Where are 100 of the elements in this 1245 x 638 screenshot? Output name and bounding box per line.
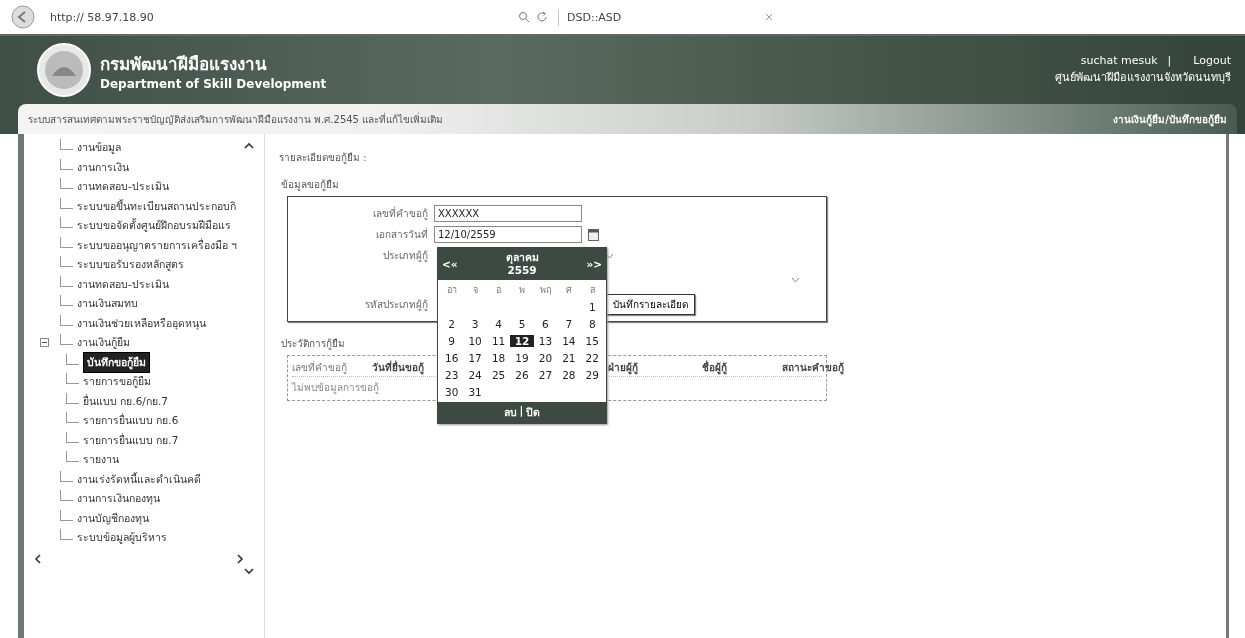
calendar-day[interactable]: 2 [440,318,464,330]
calendar-day[interactable]: 10 [463,335,487,347]
previous-month-link[interactable]: <« [442,258,458,270]
tree-item[interactable]: งานเงินช่วยเหลือหรืออุดหนุน [77,314,206,332]
calendar-day[interactable]: 5 [510,318,534,330]
tree-item[interactable]: ยื่นแบบ กย.6/กย.7 [83,392,168,410]
scroll-left-icon[interactable] [34,553,41,564]
calendar-day[interactable]: 27 [533,369,558,381]
calendar-day[interactable]: 14 [557,335,581,347]
column-header: วันที่ยื่นขอกู้ [372,359,424,375]
calendar-day[interactable]: 3 [463,318,487,330]
breadcrumb: งานเงินกู้ยืม/บันทึกขอกู้ยืม [1113,112,1227,127]
calendar-day[interactable]: 20 [533,352,558,364]
section-label: ประวัติการกู้ยืม [281,337,345,351]
calendar-day[interactable]: 7 [557,318,581,330]
tree-item[interactable]: ระบบข้อมูลผู้บริหาร [77,529,167,547]
separator: | [1167,54,1172,67]
collapse-icon[interactable] [39,338,49,348]
next-month-link[interactable]: »> [586,258,602,270]
tree-item[interactable]: งานบัญชีกองทุน [77,509,149,527]
save-details-button[interactable]: บันทึกรายละเอียด [606,294,695,315]
calendar-day[interactable]: 26 [510,369,534,381]
site-subtitle: Department of Skill Development [100,76,327,91]
seal-logo-icon [36,42,92,98]
calendar-day[interactable]: 9 [440,335,464,347]
tree-item[interactable]: งานทดสอบ-ประเมิน [77,178,169,196]
browser-tab[interactable]: DSD::ASD [567,10,622,24]
close-icon[interactable] [765,13,773,21]
office-name: ศูนย์พัฒนาฝีมือแรงงานจังหวัดนนทบุรี [1055,70,1231,86]
calendar-day[interactable]: 21 [557,352,581,364]
scroll-right-icon[interactable] [237,553,244,564]
tree-item[interactable]: งานข้อมูล [77,139,121,157]
calendar-day[interactable]: 6 [533,318,558,330]
tree-item[interactable]: งานการเงินกองทุน [77,490,160,508]
tree-item[interactable]: งานเร่งรัดหนี้และดำเนินคดี [77,470,201,488]
calendar-day[interactable]: 29 [580,369,604,381]
calendar-day[interactable]: 4 [486,318,511,330]
calendar-day[interactable]: 24 [463,369,487,381]
page-title: รายละเอียดขอกู้ยืม : [279,151,367,165]
calendar-day[interactable]: 23 [440,369,464,381]
calendar-day[interactable]: 28 [557,369,581,381]
calendar-day[interactable]: 18 [486,352,511,364]
site-title: กรมพัฒนาฝีมือแรงงาน [100,52,268,76]
calendar-day[interactable]: 15 [580,335,604,347]
tree-item[interactable]: ระบบขอจัดตั้งศูนย์ฝึกอบรมฝีมือแร [77,217,231,235]
weekday-label: อ [495,284,503,297]
chevron-down-icon [605,252,614,259]
date-field[interactable]: 12/10/2559 [434,226,582,243]
scroll-down-icon[interactable] [244,568,254,575]
calendar-day[interactable]: 1 [580,301,604,313]
field-label: เอกสารวันที่ [375,227,428,242]
field-label: รหัสประเภทผู้กู้ [364,298,428,312]
tree-item[interactable]: บันทึกขอกู้ยืม [83,351,150,373]
calendar-day[interactable]: 25 [486,369,511,381]
calendar-month: ตุลาคม [505,251,539,264]
logout-link[interactable]: Logout [1193,54,1231,67]
weekday-label: ศ [564,284,573,297]
calendar-day[interactable]: 16 [440,352,464,364]
clear-link[interactable]: ลบ [503,404,517,421]
calendar-day[interactable]: 22 [580,352,604,364]
chevron-down-icon [791,277,800,283]
tree-item[interactable]: งานทดสอบ-ประเมิน [77,275,169,293]
weekday-label: จ [471,284,479,297]
tree-item[interactable]: ระบบขออนุญาตรายการเครื่องมือ ฯ [77,236,238,254]
calendar-day[interactable]: 13 [533,335,558,347]
section-label: ข้อมูลขอกู้ยืม [281,178,339,192]
tree-item[interactable]: งานเงินกู้ยืม [77,334,130,352]
tree-item[interactable]: รายการยื่นแบบ กย.7 [83,431,179,449]
column-header: ฝ่ายผู้กู้ [608,360,638,375]
calendar-icon[interactable] [588,228,599,241]
weekday-label: พฤ [538,284,552,297]
address-bar[interactable]: http:// 58.97.18.90 [50,10,154,24]
user-name: suchat mesuk [1080,54,1158,67]
field-label: ประเภทผู้กู้ [382,249,428,263]
calendar-day[interactable]: 12 [510,335,534,347]
input-field[interactable]: XXXXXX [434,205,582,222]
calendar-day[interactable]: 30 [440,386,464,398]
tree-item[interactable]: งานการเงิน [77,158,129,176]
refresh-icon[interactable] [536,11,548,23]
search-icon[interactable] [518,11,530,23]
tree-item[interactable]: รายการขอกู้ยืม [83,373,151,391]
calendar-day[interactable]: 11 [486,335,511,347]
calendar-day[interactable]: 17 [463,352,487,364]
column-header: สถานะคำขอกู้ [782,360,844,375]
separator: | [519,404,524,419]
calendar-day[interactable]: 31 [463,386,487,398]
scroll-up-icon[interactable] [244,142,254,149]
tree-item[interactable]: รายการยื่นแบบ กย.6 [83,412,179,430]
calendar-day[interactable]: 8 [580,318,604,330]
tree-item[interactable]: รายงาน [83,451,119,469]
back-button-icon[interactable] [10,4,36,30]
tree-item[interactable]: ระบบขอขึ้นทะเบียนสถานประกอบกิ [77,197,236,215]
tree-item[interactable]: งานเงินสมทบ [77,295,138,313]
calendar-day[interactable]: 19 [510,352,534,364]
close-link[interactable]: ปิด [526,404,541,421]
column-header: เลขที่คำขอกู้ [292,359,347,375]
weekday-label: ส [588,284,596,297]
weekday-label: พ [518,284,526,297]
field-label: เลขที่คำขอกู้ [372,206,428,221]
tree-item[interactable]: ระบบขอรับรองหลักสูตร [77,256,184,274]
